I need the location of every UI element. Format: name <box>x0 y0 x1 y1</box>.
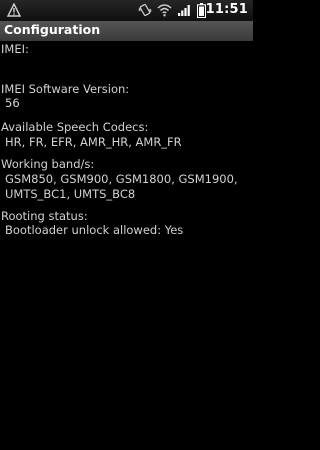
imei-label: IMEI: <box>1 42 29 56</box>
signal-icon <box>178 5 190 16</box>
working-bands-value: GSM850, GSM900, GSM1800, GSM1900, UMTS_B… <box>5 172 238 201</box>
warning-icon <box>7 3 21 17</box>
title-bar: Configuration <box>0 21 253 41</box>
speech-codecs-label: Available Speech Codecs: <box>1 120 149 134</box>
rooting-status-label: Rooting status: <box>1 209 88 223</box>
working-bands-label: Working band/s: <box>1 157 95 171</box>
imei-sv-value: 56 <box>5 96 20 110</box>
rooting-status-value: Bootloader unlock allowed: Yes <box>5 223 184 237</box>
speech-codecs-value: HR, FR, EFR, AMR_HR, AMR_FR <box>5 135 182 149</box>
page-title: Configuration <box>4 22 101 37</box>
status-bar: 11:51 <box>0 0 253 21</box>
vibrate-icon <box>138 3 152 17</box>
wifi-icon <box>157 4 172 17</box>
clock: 11:51 <box>205 2 248 17</box>
imei-sv-label: IMEI Software Version: <box>1 82 130 96</box>
